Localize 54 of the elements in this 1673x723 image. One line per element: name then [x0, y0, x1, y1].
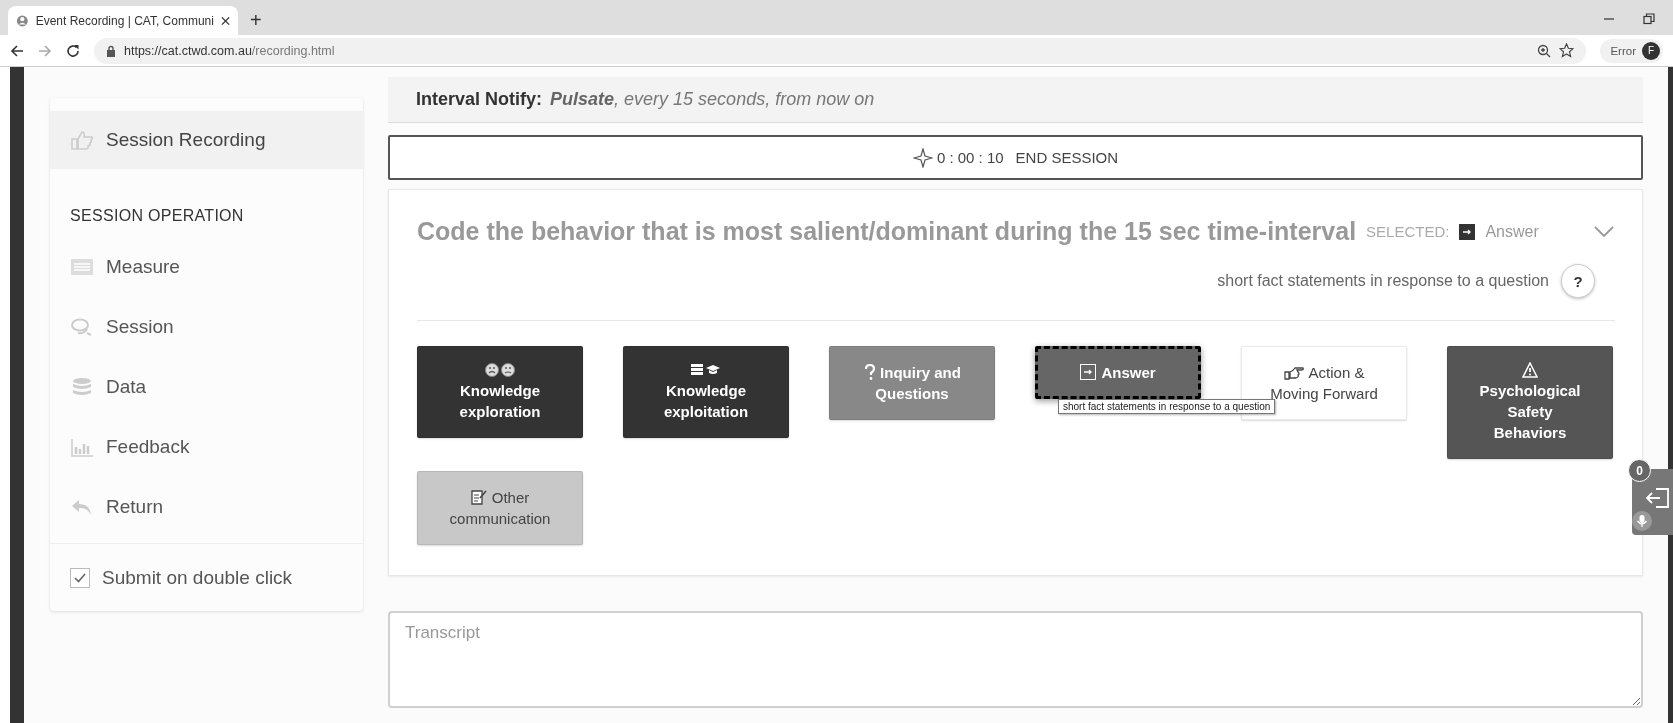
pointing-hand-icon	[1283, 364, 1304, 380]
checkmark-icon	[74, 572, 86, 583]
selected-label: SELECTED:	[1366, 223, 1450, 240]
bar-chart-icon	[70, 437, 94, 457]
sidebar-item[interactable]: Feedback	[50, 417, 363, 477]
sidebar-item[interactable]: Return	[50, 477, 363, 537]
url-text[interactable]: https://cat.ctwd.com.au/recording.html	[124, 43, 335, 58]
profile-button[interactable]: Error F	[1600, 38, 1663, 63]
notify-text: Pulsate, every 15 seconds, from now on	[550, 89, 875, 110]
sidebar-item[interactable]: Session	[50, 297, 363, 357]
sidebar-item[interactable]: Session Recording	[50, 111, 363, 169]
back-icon[interactable]	[10, 43, 24, 58]
close-icon[interactable]	[220, 15, 230, 26]
faces-icon	[484, 362, 516, 378]
end-session-button[interactable]: 0 : 00 : 10 END SESSION	[388, 135, 1643, 180]
checkbox[interactable]	[70, 567, 90, 588]
thumbs-up-icon	[70, 130, 94, 150]
return-icon	[70, 497, 94, 517]
behavior-button[interactable]: Knowledge exploration	[417, 346, 583, 438]
note-icon	[470, 489, 487, 505]
warning-icon	[1522, 362, 1538, 378]
arrow-box-icon	[1080, 364, 1097, 380]
restore-icon[interactable]	[1643, 13, 1655, 25]
behavior-button[interactable]: Answer	[1035, 346, 1201, 399]
behavior-button[interactable]: Inquiry and Questions	[829, 346, 995, 420]
new-tab-button[interactable]: +	[250, 10, 262, 30]
behavior-description: short fact statements in response to a question	[1217, 272, 1549, 290]
sparkle-icon	[912, 147, 933, 168]
sidebar-item[interactable]: Measure	[50, 237, 363, 297]
list-icon	[70, 257, 94, 277]
arrow-box-icon	[1459, 223, 1476, 240]
behavior-button[interactable]: Other communication	[417, 471, 583, 545]
reload-icon[interactable]	[66, 43, 80, 58]
books-and-cap-icon	[690, 362, 722, 378]
checkbox-row[interactable]: Submit on double click	[50, 543, 363, 611]
chevron-down-icon[interactable]	[1593, 224, 1615, 239]
sidebar-item[interactable]: Data	[50, 357, 363, 417]
sign-out-icon[interactable]	[1646, 487, 1670, 509]
star-icon[interactable]	[1559, 43, 1575, 58]
selected-value: Answer	[1485, 222, 1539, 241]
lock-icon	[106, 44, 116, 57]
microphone-icon[interactable]	[1632, 511, 1652, 531]
zoom-in-icon[interactable]	[1537, 43, 1552, 58]
behavior-button[interactable]: Knowledge exploitation	[623, 346, 789, 438]
help-button[interactable]: ?	[1561, 264, 1595, 298]
panel-title: Code the behavior that is most salient/dominant during the 15 sec time-interval	[417, 217, 1357, 246]
notify-label: Interval Notify:	[416, 89, 543, 110]
browser-tab[interactable]: Event Recording | CAT, Communi	[8, 6, 238, 35]
section-heading: SESSION OPERATION	[69, 206, 245, 226]
behavior-button[interactable]: Psychological Safety Behaviors	[1447, 346, 1613, 459]
transcript-field[interactable]: Transcript	[388, 611, 1643, 708]
tooltip: short fact statements in response to a question	[1058, 399, 1276, 414]
question-mark-icon	[863, 364, 876, 380]
database-icon	[70, 377, 94, 397]
